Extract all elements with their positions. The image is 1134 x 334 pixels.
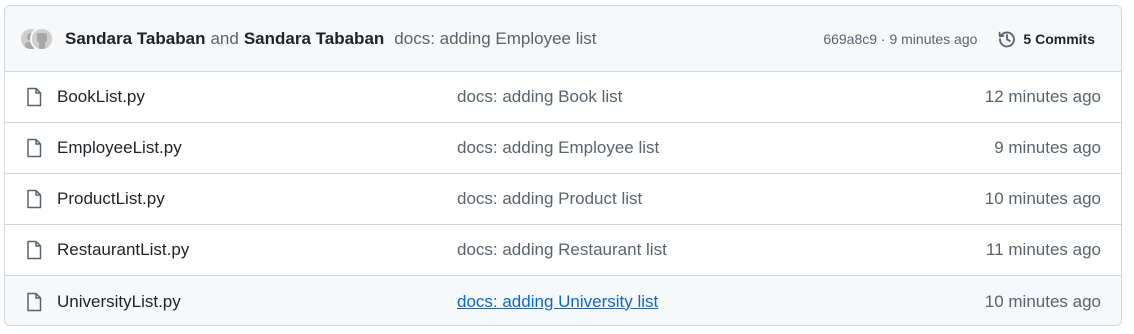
file-commit-message-link[interactable]: docs: adding University list	[457, 292, 658, 312]
file-name-link[interactable]: BookList.py	[57, 87, 457, 107]
file-commit-time: 9 minutes ago	[994, 138, 1101, 157]
latest-commit-message[interactable]: docs: adding Employee list	[394, 29, 596, 49]
latest-commit-header: Sandara Tababan and Sandara Tababan docs…	[5, 6, 1121, 72]
avatar-icon[interactable]	[30, 26, 54, 51]
file-row-universitylist: UniversityList.py docs: adding Universit…	[5, 276, 1121, 325]
file-icon	[27, 240, 42, 260]
file-commit-message[interactable]: docs: adding Employee list	[457, 138, 659, 158]
file-row-restaurantlist: RestaurantList.py docs: adding Restauran…	[5, 225, 1121, 276]
file-commit-time: 12 minutes ago	[984, 87, 1101, 106]
commits-count-label: 5 Commits	[1023, 30, 1095, 47]
file-row-productlist: ProductList.py docs: adding Product list…	[5, 174, 1121, 225]
file-icon	[27, 87, 42, 107]
file-commit-message[interactable]: docs: adding Product list	[457, 189, 642, 209]
file-row-employeelist: EmployeeList.py docs: adding Employee li…	[5, 123, 1121, 174]
file-icon	[27, 292, 42, 311]
file-icon	[27, 138, 42, 158]
file-commit-time: 10 minutes ago	[984, 189, 1101, 208]
file-commit-message[interactable]: docs: adding Book list	[457, 87, 622, 107]
file-name-link[interactable]: UniversityList.py	[57, 292, 457, 312]
file-commit-message[interactable]: docs: adding Restaurant list	[457, 240, 667, 260]
commit-author-link[interactable]: Sandara Tababan	[65, 29, 205, 49]
commit-sha-time[interactable]: 669a8c9 · 9 minutes ago	[823, 31, 977, 47]
file-commit-time: 11 minutes ago	[986, 240, 1101, 259]
file-icon	[27, 189, 42, 209]
file-name-link[interactable]: EmployeeList.py	[57, 138, 457, 158]
commit-coauthor-link[interactable]: Sandara Tababan	[244, 29, 384, 49]
file-list-box: Sandara Tababan and Sandara Tababan docs…	[4, 5, 1122, 326]
author-avatars[interactable]	[19, 26, 55, 51]
commits-history-link[interactable]: 5 Commits	[997, 29, 1095, 49]
file-name-link[interactable]: RestaurantList.py	[57, 240, 457, 260]
file-name-link[interactable]: ProductList.py	[57, 189, 457, 209]
file-row-booklist: BookList.py docs: adding Book list 12 mi…	[5, 72, 1121, 123]
file-commit-time: 10 minutes ago	[984, 291, 1101, 311]
author-conjunction: and	[210, 28, 239, 48]
history-icon	[999, 31, 1016, 47]
